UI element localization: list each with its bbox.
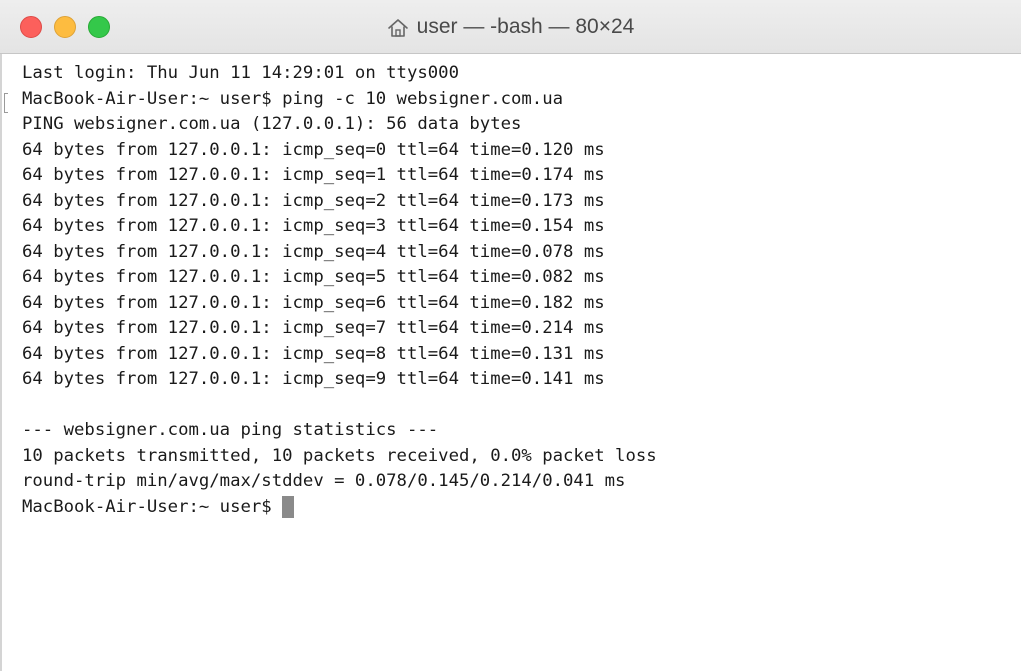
terminal-window: user — -bash — 80×24 Last login: Thu Jun… xyxy=(0,0,1021,671)
text-cursor xyxy=(281,496,294,519)
terminal-line: round-trip min/avg/max/stddev = 0.078/0.… xyxy=(22,471,626,491)
terminal-line: 64 bytes from 127.0.0.1: icmp_seq=7 ttl=… xyxy=(22,318,605,338)
terminal-line: PING websigner.com.ua (127.0.0.1): 56 da… xyxy=(22,114,522,134)
terminal-line: Last login: Thu Jun 11 14:29:01 on ttys0… xyxy=(22,63,459,83)
home-icon xyxy=(387,18,409,38)
terminal-line: 64 bytes from 127.0.0.1: icmp_seq=2 ttl=… xyxy=(22,190,605,211)
window-title: user — -bash — 80×24 xyxy=(0,0,1021,54)
title-bar[interactable]: user — -bash — 80×24 xyxy=(0,0,1021,54)
terminal-line: 64 bytes from 127.0.0.1: icmp_seq=4 ttl=… xyxy=(22,241,605,262)
terminal-line: 64 bytes from 127.0.0.1: icmp_seq=0 ttl=… xyxy=(22,139,605,160)
terminal-line: 64 bytes from 127.0.0.1: icmp_seq=6 ttl=… xyxy=(22,292,605,313)
terminal-line: 64 bytes from 127.0.0.1: icmp_seq=3 ttl=… xyxy=(22,216,605,236)
terminal-line: 64 bytes from 127.0.0.1: icmp_seq=8 ttl=… xyxy=(22,343,605,364)
terminal-line: 64 bytes from 127.0.0.1: icmp_seq=1 ttl=… xyxy=(22,165,605,185)
terminal-line: 64 bytes from 127.0.0.1: icmp_seq=5 ttl=… xyxy=(22,267,605,287)
terminal-output[interactable]: Last login: Thu Jun 11 14:29:01 on ttys0… xyxy=(0,54,1021,671)
terminal-line: --- websigner.com.ua ping statistics --- xyxy=(22,420,439,440)
terminal-line: MacBook-Air-User:~ user$ ping -c 10 webs… xyxy=(22,88,564,109)
window-title-text: user — -bash — 80×24 xyxy=(416,15,635,38)
terminal-line: 10 packets transmitted, 10 packets recei… xyxy=(22,445,657,466)
shell-prompt: MacBook-Air-User:~ user$ xyxy=(22,496,272,517)
prompt-line[interactable]: MacBook-Air-User:~ user$ xyxy=(22,495,1021,521)
terminal-line: 64 bytes from 127.0.0.1: icmp_seq=9 ttl=… xyxy=(22,369,605,389)
